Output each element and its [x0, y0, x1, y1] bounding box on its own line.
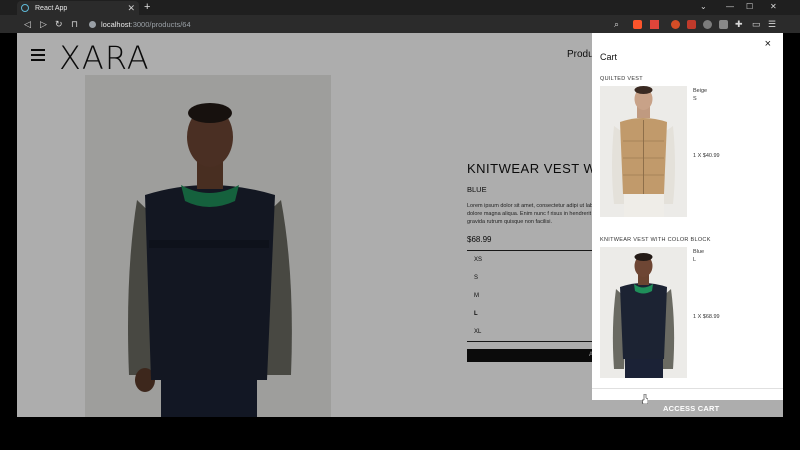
cart-item-qty-price: 1 X $68.99 — [693, 314, 720, 320]
cart-item-color: Beige — [693, 88, 708, 94]
cart-divider — [592, 388, 783, 389]
cart-item-name: QUILTED VEST — [600, 76, 643, 82]
new-tab-icon[interactable]: + — [144, 0, 150, 14]
reload-icon[interactable]: ↻ — [55, 18, 63, 30]
brave-rewards-icon[interactable] — [650, 20, 659, 29]
extension-icon[interactable] — [687, 20, 696, 29]
cart-item: QUILTED VEST Beige S 1 X $40.99 — [600, 76, 780, 217]
maximize-icon[interactable]: ☐ — [746, 1, 753, 13]
tab-title: React App — [35, 4, 68, 12]
cart-item-image — [600, 247, 687, 378]
navy-vest-illustration — [600, 247, 687, 378]
cart-item-name: KNITWEAR VEST WITH COLOR BLOCK — [600, 237, 711, 243]
puzzle-icon[interactable]: ✚ — [735, 18, 743, 30]
brave-shield-icon[interactable] — [633, 20, 642, 29]
tab-search-icon[interactable]: ⌄ — [700, 1, 707, 13]
browser-tab-bar: React App ✕ + ⌄ — ☐ ✕ — [0, 0, 800, 15]
extension-icon[interactable] — [671, 20, 680, 29]
pointer-cursor-icon — [642, 394, 648, 404]
extension-icon[interactable] — [719, 20, 728, 29]
sidebar-icon[interactable]: ▭ — [752, 18, 761, 30]
cart-item-qty-price: 1 X $40.99 — [693, 153, 720, 159]
browser-toolbar: ◁ ▷ ↻ ⊓ localhost :3000/products/64 ⌕ ✚ … — [0, 15, 800, 33]
address-bar[interactable]: localhost :3000/products/64 — [85, 17, 615, 31]
back-icon[interactable]: ◁ — [24, 18, 31, 30]
cart-item-color: Blue — [693, 249, 705, 255]
react-icon — [21, 4, 29, 12]
settings-extension-icon[interactable] — [703, 20, 712, 29]
cart-title: Cart — [600, 52, 618, 62]
site-info-icon[interactable] — [89, 20, 96, 28]
cart-drawer: × Cart QUILTED VEST Beige S 1 X $40.99 K… — [592, 33, 783, 400]
url-path: :3000/products/64 — [130, 19, 191, 29]
access-cart-button[interactable]: ACCESS CART — [663, 404, 719, 413]
bookmark-icon[interactable]: ⊓ — [71, 18, 78, 30]
tab-close-icon[interactable]: ✕ — [127, 3, 135, 13]
cart-item-size: S — [693, 96, 697, 102]
cart-close-icon[interactable]: × — [765, 38, 771, 50]
cart-item-image — [600, 86, 687, 217]
menu-icon[interactable]: ☰ — [768, 18, 776, 30]
url-host: localhost — [101, 19, 131, 29]
window-close-icon[interactable]: ✕ — [770, 1, 777, 13]
cart-item: KNITWEAR VEST WITH COLOR BLOCK Blue L 1 … — [600, 237, 780, 378]
page-viewport: XARA Produ KNITWEAR VEST WIT BLUE Lorem … — [17, 33, 783, 417]
forward-icon[interactable]: ▷ — [40, 18, 47, 30]
zoom-icon[interactable]: ⌕ — [614, 18, 619, 30]
minimize-icon[interactable]: — — [726, 1, 734, 13]
cart-item-size: L — [693, 257, 697, 263]
browser-tab[interactable]: React App ✕ — [17, 1, 139, 15]
beige-vest-illustration — [600, 86, 687, 217]
